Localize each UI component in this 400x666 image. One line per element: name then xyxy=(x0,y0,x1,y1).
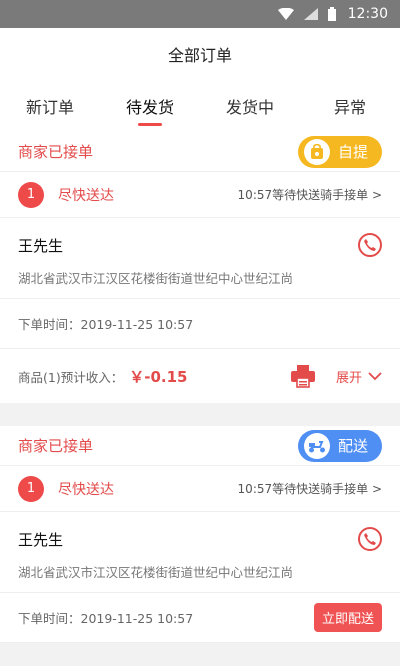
mode-label: 配送 xyxy=(337,437,368,455)
rider-wait-link[interactable]: 10:57等待快送骑手接单 > xyxy=(238,186,382,203)
order-seq-badge: 1 xyxy=(18,475,44,502)
mode-label: 自提 xyxy=(337,143,368,161)
order-seq-badge: 1 xyxy=(18,181,44,208)
status-time: 12:30 xyxy=(347,6,388,22)
rider-wait-link[interactable]: 10:57等待快送骑手接单 > xyxy=(238,480,382,497)
order-time-row: 下单时间：2019-11-25 10:57 立即配送 xyxy=(0,593,400,643)
urgent-label: 尽快送达 xyxy=(58,481,114,498)
page-header: 全部订单 xyxy=(0,28,400,80)
order-time-row: 下单时间：2019-11-25 10:57 xyxy=(0,299,400,349)
signal-icon xyxy=(303,8,318,20)
income-row: 商品(1)预计收入： ￥-0.15 展开 xyxy=(0,349,400,403)
phone-icon[interactable] xyxy=(358,527,382,551)
bag-icon xyxy=(303,138,330,165)
phone-icon[interactable] xyxy=(358,233,382,257)
order-urgency-row[interactable]: 1 尽快送达 10:57等待快送骑手接单 > xyxy=(0,172,400,218)
order-status: 商家已接单 xyxy=(18,143,94,161)
customer-name: 王先生 xyxy=(18,530,64,549)
customer-name: 王先生 xyxy=(18,236,64,255)
urgent-label: 尽快送达 xyxy=(58,187,114,204)
order-card-header: 商家已接单 配送 xyxy=(0,426,400,466)
expand-button[interactable]: 展开 xyxy=(336,367,382,386)
order-card: 商家已接单 自提 1 尽快送达 10:57等待快送骑手接单 > 王先生 湖北省武… xyxy=(0,132,400,403)
income-value: ￥-0.15 xyxy=(129,367,188,386)
customer-address: 湖北省武汉市江汉区花楼街街道世纪中心世纪江尚 xyxy=(18,271,294,286)
scooter-icon xyxy=(303,432,330,459)
order-time: 下单时间：2019-11-25 10:57 xyxy=(18,317,194,332)
order-status: 商家已接单 xyxy=(18,437,94,455)
order-tabs: 新订单 待发货 发货中 异常 xyxy=(0,80,400,132)
tab-exception[interactable]: 异常 xyxy=(300,80,400,132)
order-card: 商家已接单 配送 1 尽快送达 10:57等待快送骑手接单 > 王先生 湖北省武… xyxy=(0,426,400,643)
wifi-icon xyxy=(277,8,294,20)
tab-shipping[interactable]: 发货中 xyxy=(200,80,300,132)
customer-address: 湖北省武汉市江汉区花楼街街道世纪中心世纪江尚 xyxy=(18,565,294,580)
tab-pending-shipment[interactable]: 待发货 xyxy=(100,80,200,132)
battery-icon xyxy=(327,7,336,21)
page-title: 全部订单 xyxy=(167,46,232,65)
income-label: 商品(1)预计收入： xyxy=(18,369,124,385)
status-bar: 12:30 xyxy=(0,0,400,28)
status-icons xyxy=(277,7,336,21)
delivery-mode-badge[interactable]: 配送 xyxy=(297,429,382,462)
customer-info: 王先生 湖北省武汉市江汉区花楼街街道世纪中心世纪江尚 xyxy=(0,512,400,593)
order-urgency-row[interactable]: 1 尽快送达 10:57等待快送骑手接单 > xyxy=(0,466,400,512)
deliver-now-button[interactable]: 立即配送 xyxy=(313,603,382,632)
customer-info: 王先生 湖北省武汉市江汉区花楼街街道世纪中心世纪江尚 xyxy=(0,218,400,299)
tab-new-orders[interactable]: 新订单 xyxy=(0,80,100,132)
active-tab-indicator xyxy=(138,123,162,126)
chevron-down-icon xyxy=(368,371,382,380)
order-card-header: 商家已接单 自提 xyxy=(0,132,400,172)
order-time: 下单时间：2019-11-25 10:57 xyxy=(18,611,194,626)
printer-icon[interactable] xyxy=(290,364,316,388)
pickup-mode-badge[interactable]: 自提 xyxy=(297,135,382,168)
